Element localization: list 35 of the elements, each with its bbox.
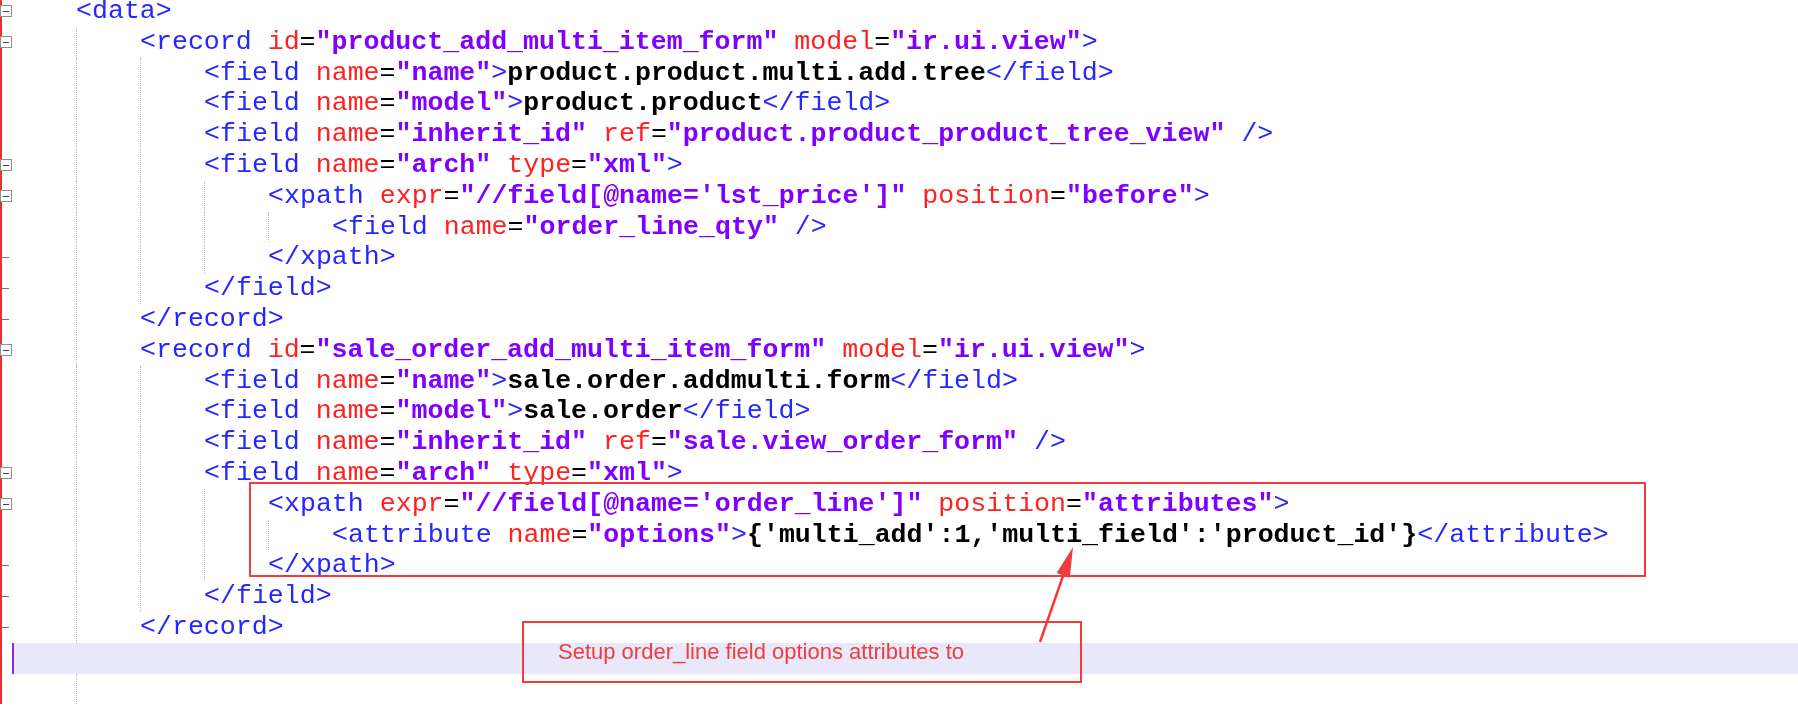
code-line: <attribute name="options">{'multi_add':1,'multi_field':'product_id'}</attribute> [332, 519, 1609, 551]
code-line: <field name="model">sale.order</field> [204, 396, 811, 428]
code-line: </xpath> [268, 242, 396, 274]
code-line: <field name="arch" type="xml"> [204, 457, 683, 489]
collapse-icon[interactable] [0, 344, 12, 357]
fold-end-tick [2, 596, 9, 598]
code-line: <xpath expr="//field[@name='lst_price']" position="before"> [268, 180, 1210, 212]
fold-end-tick [2, 565, 9, 567]
code-line: <record id="product_add_multi_item_form" model="ir.ui.view"> [140, 26, 1098, 58]
code-line: <field name="order_line_qty" /> [332, 211, 827, 243]
fold-end-tick [2, 288, 9, 290]
code-line: <field name="model">product.product</field> [204, 88, 891, 120]
collapse-icon[interactable] [0, 190, 12, 203]
code-line: </field> [204, 273, 332, 304]
code-line: <field name="name">sale.order.addmulti.form</field> [204, 365, 1018, 397]
collapse-icon[interactable] [0, 498, 12, 511]
fold-end-tick [2, 626, 9, 628]
code-line: <field name="inherit_id" ref="product.product_product_tree_view" /> [204, 119, 1274, 150]
code-line: <record id="sale_order_add_multi_item_form" model="ir.ui.view"> [140, 334, 1146, 366]
code-line: <field name="inherit_id" ref="sale.view_order_form" /> [204, 427, 1066, 458]
code-line: <xpath expr="//field[@name='order_line']" position="attributes"> [268, 488, 1290, 520]
collapse-icon[interactable] [0, 36, 12, 49]
collapse-icon[interactable] [0, 5, 12, 18]
code-line: </xpath> [268, 550, 396, 582]
collapse-icon[interactable] [0, 159, 12, 172]
code-line: </record> [140, 303, 284, 335]
fold-end-tick [2, 318, 9, 320]
fold-end-tick [2, 257, 9, 259]
code-line: <field name="arch" type="xml"> [204, 150, 683, 181]
text-cursor [12, 642, 14, 674]
annotation-callout: Setup order_line field options attributes to [522, 621, 1082, 683]
code-line: </record> [140, 611, 284, 643]
code-line: </field> [204, 581, 332, 612]
code-line: <field name="name">product.product.multi.add.tree</field> [204, 57, 1114, 89]
collapse-icon[interactable] [0, 467, 12, 480]
